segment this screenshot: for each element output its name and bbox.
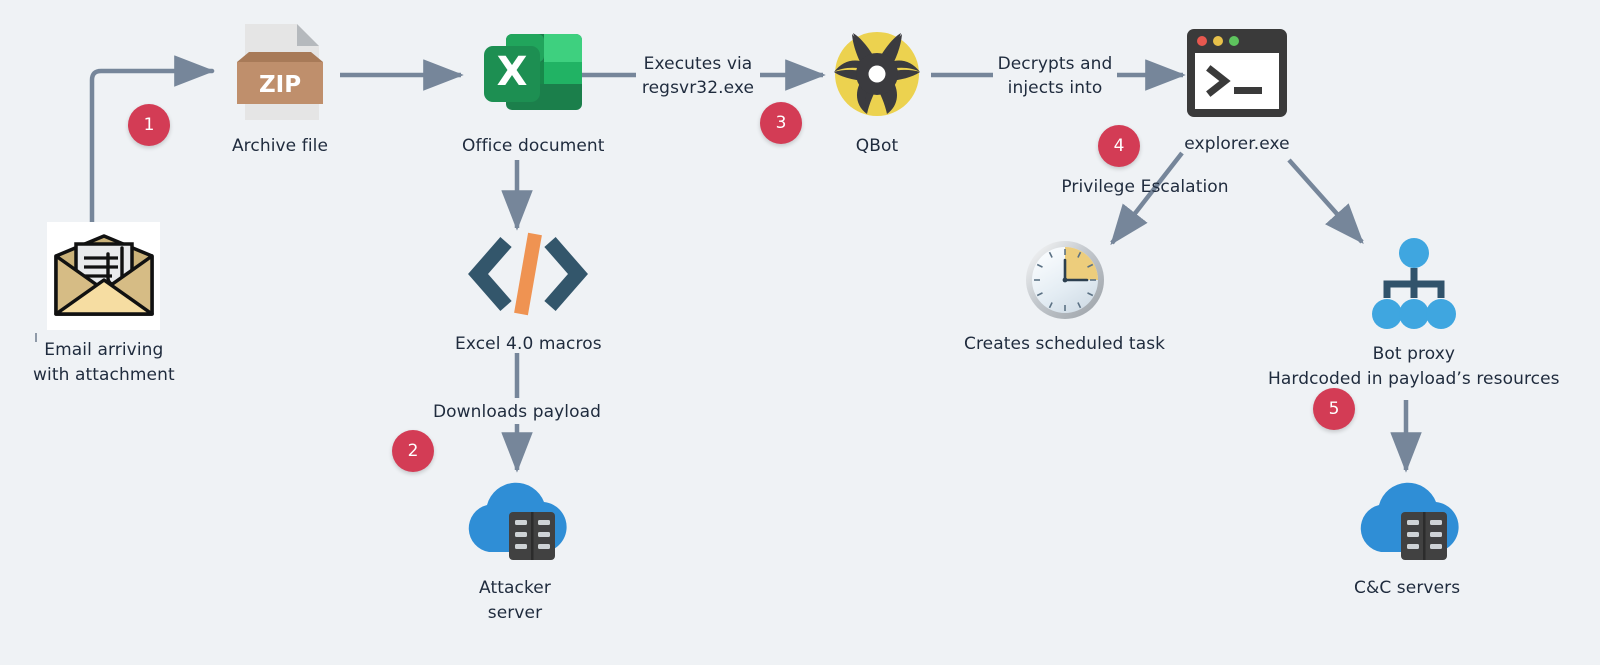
node-qbot-label: QBot	[855, 136, 899, 156]
node-excel-macros[interactable]: Excel 4.0 macros	[455, 228, 602, 357]
node-bot-proxy-label: Bot proxy Hardcoded in payload’s resourc…	[1268, 344, 1560, 389]
email-caret-tick	[35, 333, 37, 342]
node-office-document[interactable]: X Office document	[462, 22, 605, 159]
step-badge-4[interactable]: 4	[1098, 125, 1140, 167]
step-badge-2[interactable]: 2	[392, 430, 434, 472]
node-email[interactable]: Email arriving with attachment	[33, 222, 175, 387]
node-bot-proxy[interactable]: Bot proxy Hardcoded in payload’s resourc…	[1268, 238, 1560, 391]
email-attachment-icon	[47, 222, 161, 330]
node-cnc-servers[interactable]: C&C servers	[1354, 478, 1460, 601]
network-hierarchy-icon	[1366, 238, 1462, 334]
node-scheduled-task[interactable]: Creates scheduled task	[964, 240, 1165, 357]
edge-label-downloads-payload: Downloads payload	[432, 402, 602, 422]
edge-label-decrypts-injects: Decrypts and injects into	[997, 54, 1113, 99]
node-archive[interactable]: ZIP Archive file	[231, 22, 329, 159]
code-brackets-icon	[466, 228, 590, 324]
node-email-label: Email arriving with attachment	[33, 340, 175, 385]
connector-email-to-archive	[89, 55, 215, 231]
node-explorer-exe[interactable]: explorer.exe	[1184, 26, 1290, 157]
node-qbot[interactable]: QBot	[824, 22, 930, 159]
zip-icon-text: ZIP	[259, 72, 301, 98]
clock-icon	[1025, 240, 1105, 324]
zip-archive-icon: ZIP	[231, 22, 329, 126]
excel-icon-letter: X	[497, 49, 528, 95]
edge-label-executes-via: Executes via regsvr32.exe	[641, 54, 755, 99]
node-office-document-label: Office document	[462, 136, 605, 156]
node-excel-macros-label: Excel 4.0 macros	[455, 334, 602, 354]
node-scheduled-task-label: Creates scheduled task	[964, 334, 1166, 354]
node-explorer-exe-label: explorer.exe	[1184, 134, 1290, 154]
step-badge-1[interactable]: 1	[128, 104, 170, 146]
connector-explorer-to-bot-proxy	[1287, 158, 1364, 245]
step-badge-5[interactable]: 5	[1313, 388, 1355, 430]
cloud-server-icon	[1355, 478, 1459, 568]
step-badge-3[interactable]: 3	[760, 102, 802, 144]
excel-document-icon: X	[478, 22, 588, 126]
node-archive-label: Archive file	[231, 136, 329, 156]
terminal-window-icon	[1184, 26, 1290, 124]
edge-label-privilege-escalation: Privilege Escalation	[1061, 177, 1229, 197]
cloud-server-icon	[463, 478, 567, 568]
node-attacker-server[interactable]: Attacker server	[463, 478, 567, 625]
node-attacker-server-label: Attacker server	[479, 578, 551, 623]
qbot-malware-icon	[824, 22, 930, 126]
diagram-canvas: Email arriving with attachment ZIP Archi…	[0, 0, 1600, 665]
node-cnc-servers-label: C&C servers	[1354, 578, 1461, 598]
